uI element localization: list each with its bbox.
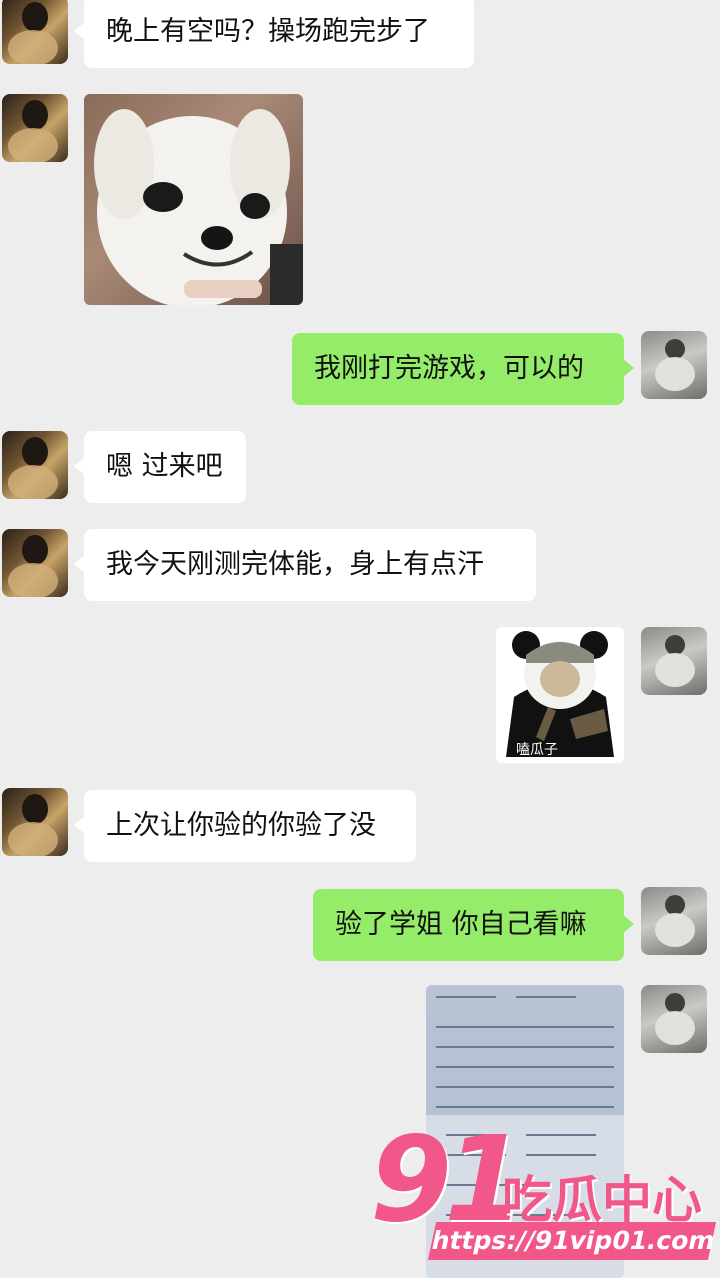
contact-avatar[interactable] [2,431,68,499]
watermark-url: https://91vip01.com [427,1222,718,1260]
my-avatar[interactable] [641,331,707,399]
watermark-number: 91 [370,1110,526,1248]
site-watermark: 91 吃瓜中心 https://91vip01.com [370,1110,718,1278]
my-avatar[interactable] [641,627,707,695]
contact-avatar[interactable] [2,94,68,162]
message-bubble[interactable]: 我刚打完游戏，可以的 [292,333,634,405]
chihuahua-icon [94,109,303,305]
contact-avatar[interactable] [2,788,68,856]
contact-avatar[interactable] [2,0,68,64]
sticker-caption: 嗑瓜子 [516,742,558,758]
message-text: 我刚打完游戏，可以的 [314,353,584,384]
message-bubble[interactable]: 晚上有空吗？操场跑完步了 [74,0,474,68]
my-avatar[interactable] [641,985,707,1053]
message-text: 我今天刚测完体能，身上有点汗 [106,549,484,580]
message-bubble[interactable]: 嗯 过来吧 [74,431,246,503]
message-text: 晚上有空吗？操场跑完步了 [106,16,430,47]
message-text: 上次让你验的你验了没 [106,810,376,841]
my-avatar[interactable] [641,887,707,955]
panda-sticker[interactable]: 嗑瓜子 [496,627,624,763]
message-bubble[interactable]: 上次让你验的你验了没 [74,790,416,862]
message-bubble[interactable]: 验了学姐 你自己看嘛 [313,889,634,961]
message-bubble[interactable]: 我今天刚测完体能，身上有点汗 [74,529,536,601]
chihuahua-sticker[interactable] [84,94,303,305]
message-text: 验了学姐 你自己看嘛 [335,909,587,940]
message-text: 嗯 过来吧 [106,451,223,482]
contact-avatar[interactable] [2,529,68,597]
